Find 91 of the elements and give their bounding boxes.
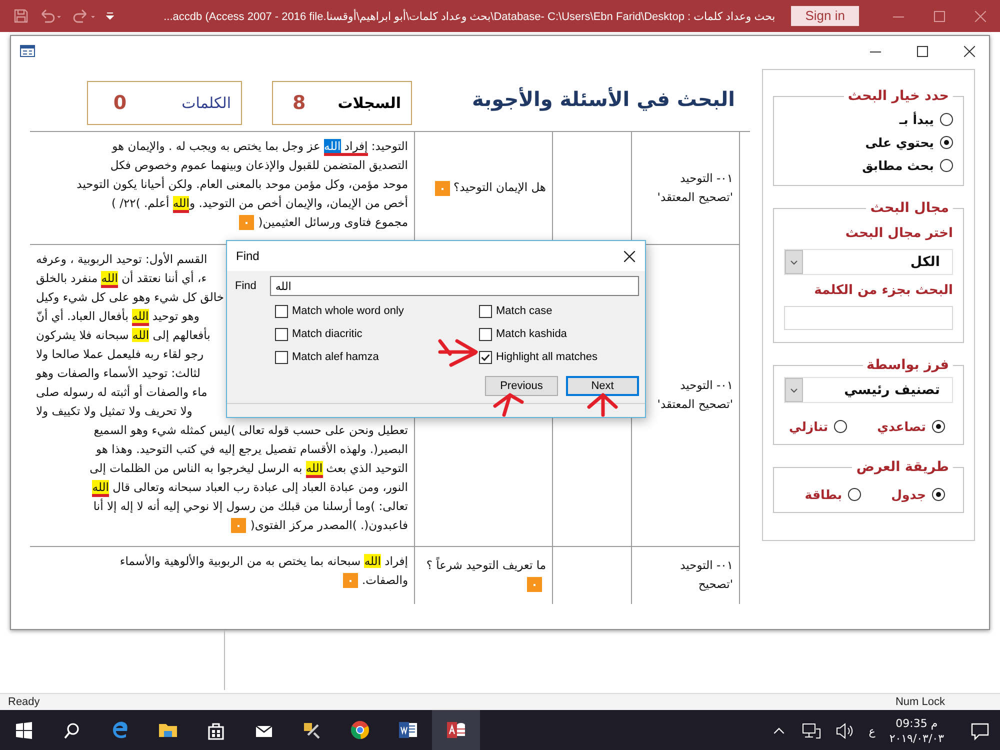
- volume-icon[interactable]: [834, 721, 855, 741]
- network-icon[interactable]: [800, 721, 821, 741]
- radio-option[interactable]: بحث مطابق: [784, 158, 953, 173]
- marker-icon[interactable]: [434, 180, 450, 196]
- answer-line: ء، أي أننا نعتقد أن الله منفرد بالخلق: [36, 268, 207, 288]
- marker-icon[interactable]: [342, 572, 358, 588]
- dropdown[interactable]: تصنيف رئيسي: [784, 377, 953, 403]
- arrow-annotation-drawing: [493, 393, 524, 417]
- arrow-annotation-drawing: [587, 393, 618, 417]
- field-label: اختر مجال البحث: [844, 226, 953, 241]
- checkbox[interactable]: Match case: [479, 302, 639, 320]
- checkbox[interactable]: Match alef hamza: [275, 348, 479, 366]
- answer-line: مجموع فتاوى ورسائل العثيمين(: [258, 214, 408, 231]
- maximize-icon[interactable]: [917, 46, 928, 56]
- category-text: ٠١- التوحيد 'تصحيح المعتقد': [657, 378, 733, 411]
- dropdown[interactable]: الكل: [784, 249, 953, 275]
- dialog-button[interactable]: Next: [566, 376, 639, 396]
- radio-option[interactable]: يبدأ بـ: [784, 112, 953, 127]
- radio-option[interactable]: تنازلي: [789, 419, 848, 434]
- notifications-icon[interactable]: [970, 721, 990, 741]
- marker-icon[interactable]: [231, 518, 246, 533]
- form-icon[interactable]: [20, 45, 35, 57]
- words-count: 0: [112, 92, 128, 114]
- answer-line: التصديق المتضمن للقبول والإذعان وبينهما عموم وخصوص فكل: [110, 157, 408, 174]
- answer-line: ماء والصفات أو أثبته له رسوله صلى: [36, 384, 208, 401]
- store-bag-icon[interactable]: [206, 721, 226, 741]
- database-app-icon[interactable]: [446, 720, 466, 740]
- question-text: هل الإيمان التوحيد؟: [454, 180, 546, 194]
- radio-option[interactable]: جدول: [891, 487, 945, 502]
- tools-icon[interactable]: [302, 721, 322, 741]
- close-icon[interactable]: [964, 46, 975, 56]
- checkbox[interactable]: Match kashida: [479, 325, 639, 343]
- find-field[interactable]: الله: [270, 276, 639, 296]
- sign-in-button[interactable]: Sign in: [791, 6, 859, 26]
- radio-option[interactable]: يحتوي على: [784, 135, 953, 150]
- input-language-indicator[interactable]: ع: [868, 724, 876, 738]
- window-title: بحث وعداد كلمات : Database- C:\Users\Ebn Farid\Desktop\بحث وعداد كلمات\أبو ابراهيم\أوقسنا.accdb (Access 2007 - 2016 file...: [162, 10, 776, 22]
- dialog-title: Find: [236, 249, 260, 263]
- answer-line: ولا تحريف ولا تمثيل ولا تكييف ولا: [36, 402, 192, 420]
- radio-option[interactable]: تصاعدي: [877, 419, 945, 434]
- text-field[interactable]: [784, 306, 953, 330]
- arrow-annotation-drawing: [438, 339, 478, 367]
- answer-line: لثالث: توحيد الأسماء والصفات وهو: [36, 364, 200, 382]
- checkmark-icon: [481, 354, 490, 360]
- answer-line: بأفعالهم إلى الله سبحانه فلا يشركون: [36, 326, 210, 344]
- clock-time[interactable]: 09:35 م: [896, 716, 938, 731]
- question-text: ما تعريف التوحيد شرعاً ؟: [426, 558, 546, 572]
- category-text: ٠١- التوحيد 'تصحيح: [680, 558, 733, 591]
- words-label: الكلمات: [180, 94, 232, 112]
- field-label: البحث بجزء من الكلمة: [813, 283, 953, 298]
- category-text: ٠١- التوحيد 'تصحيح المعتقد': [657, 170, 733, 204]
- checkbox[interactable]: Match diacritic: [275, 325, 479, 343]
- search-icon[interactable]: [62, 721, 82, 741]
- answer-line: موحد مؤمن، وكل مؤمن موحد بالمعنى العام. ولكن أحيانا يكون التوحيد: [76, 176, 408, 193]
- checkbox[interactable]: Match whole word only: [275, 302, 479, 320]
- answer-line: النور، ومن عبادة العباد إلى عبادة رب العباد سبحانه وتعالى قال الله: [92, 478, 408, 496]
- radio-option[interactable]: بطاقة: [804, 487, 862, 502]
- group-title: حدد خيار البحث: [846, 88, 950, 104]
- answer-line: التوحيد: إفراد الله عز وجل بما يختص به ويجب له . والإيمان هو: [112, 137, 408, 156]
- clock-date[interactable]: ٢٠١٩/٠٣/٠٣: [889, 731, 944, 746]
- answer-line: فاعبدون(. )المصدر مركز الفتوى(: [250, 516, 408, 534]
- status-text: Ready: [8, 696, 40, 708]
- answer-line: تعالى: )وما أرسلنا من قبلك من رسول إلا نوحي إليه أنه لا إله إلا أنا: [93, 498, 408, 515]
- form-title: البحث في الأسئلة والأجوبة: [472, 86, 735, 110]
- records-count: 8: [291, 92, 307, 114]
- answer-line: أخص من الإيمان، والإيمان أخص من التوحيد. والله أعلم. )٢٢/ ): [111, 194, 408, 213]
- answer-line: القسم الأول: توحيد الربوبية ، وعرفه: [36, 250, 208, 268]
- answer-line: خالق كل شيء وهو على كل شيء وكيل: [36, 288, 224, 306]
- save-icon[interactable]: [14, 9, 28, 23]
- answer-line: والصفات.: [362, 572, 408, 589]
- group-title: فرز بواسطة: [866, 357, 950, 373]
- browser-icon[interactable]: [110, 720, 130, 740]
- dialog-button[interactable]: Previous: [485, 376, 558, 396]
- customize-caret-icon[interactable]: [106, 11, 114, 21]
- group-title: مجال البحث: [869, 200, 950, 216]
- close-icon[interactable]: [624, 250, 635, 262]
- answer-line: البصير(. ولهذه الأقسام تفصيل يرجع إليه في كتب التوحيد. وهذا هو: [96, 440, 408, 458]
- records-label: السجلات: [336, 94, 402, 112]
- marker-icon[interactable]: [527, 577, 542, 592]
- answer-line: رجو لقاء ربه فليعمل عملا صالحا ولا: [36, 346, 204, 363]
- checkbox[interactable]: Highlight all matches: [479, 348, 639, 366]
- answer-line: تعطيل ونحن على حسب قوله تعالى )ليس كمثله شيء وهو السميع: [94, 422, 408, 439]
- num-lock-indicator: Num Lock: [895, 696, 945, 708]
- find-label: Find: [235, 280, 256, 292]
- redo-icon[interactable]: [72, 9, 96, 23]
- group-title: طريقة العرض: [855, 459, 950, 475]
- answer-line: إفراد الله سبحانه بما يختص به من الربوبية والألوهية والأسماء: [120, 552, 408, 570]
- answer-line: وهو توحيد الله بأفعال العباد. أي أنّ: [36, 306, 200, 326]
- start-icon[interactable]: [14, 721, 34, 741]
- answer-line: التوحيد الذي بعث الله به الرسل ليخرجوا به الناس من الظلمات إلى: [90, 458, 408, 478]
- marker-icon[interactable]: [239, 215, 254, 230]
